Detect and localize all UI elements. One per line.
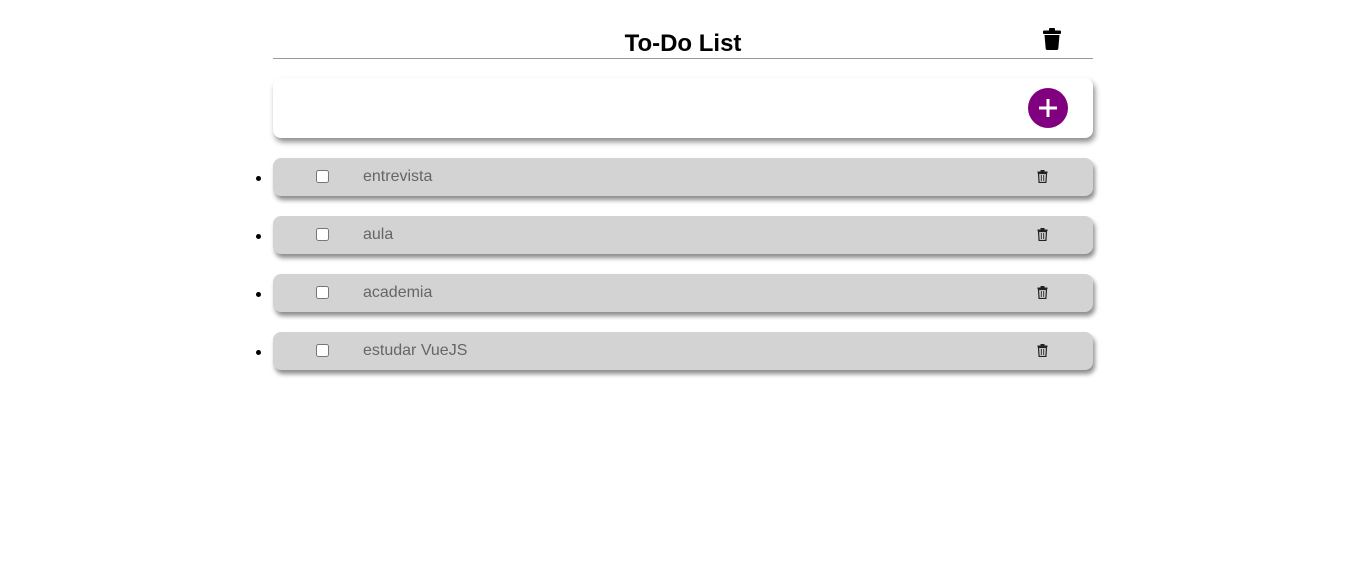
trash-icon [1037,286,1048,299]
task-label: estudar VueJS [363,342,468,359]
trash-icon [1043,28,1061,50]
task-item: aula [256,216,1093,254]
task-list: entrevista aula academia estudar VueJS [256,158,1093,390]
clear-all-button[interactable] [1043,28,1061,50]
task-label: aula [363,226,394,243]
delete-task-button[interactable] [1037,228,1048,241]
delete-task-button[interactable] [1037,286,1048,299]
plus-icon [1028,88,1068,128]
task-checkbox[interactable] [316,170,329,183]
task-label: academia [363,284,433,301]
list-bullet [256,234,261,239]
list-bullet [256,292,261,297]
page-title: To-Do List [624,30,742,57]
task-item: estudar VueJS [256,332,1093,370]
header: To-Do List [273,22,1093,59]
add-task-button[interactable] [1028,88,1068,128]
delete-task-button[interactable] [1037,344,1048,357]
task-item: academia [256,274,1093,312]
trash-icon [1037,170,1048,183]
trash-icon [1037,344,1048,357]
list-bullet [256,350,261,355]
todo-app: To-Do List entrevista aula academia estu… [0,0,1365,583]
task-item: entrevista [256,158,1093,196]
task-checkbox[interactable] [316,228,329,241]
add-task-form [273,78,1093,138]
task-checkbox[interactable] [316,286,329,299]
trash-icon [1037,228,1048,241]
delete-task-button[interactable] [1037,170,1048,183]
task-label: entrevista [363,168,433,185]
list-bullet [256,176,261,181]
new-task-input[interactable] [287,90,1011,128]
task-checkbox[interactable] [316,344,329,357]
